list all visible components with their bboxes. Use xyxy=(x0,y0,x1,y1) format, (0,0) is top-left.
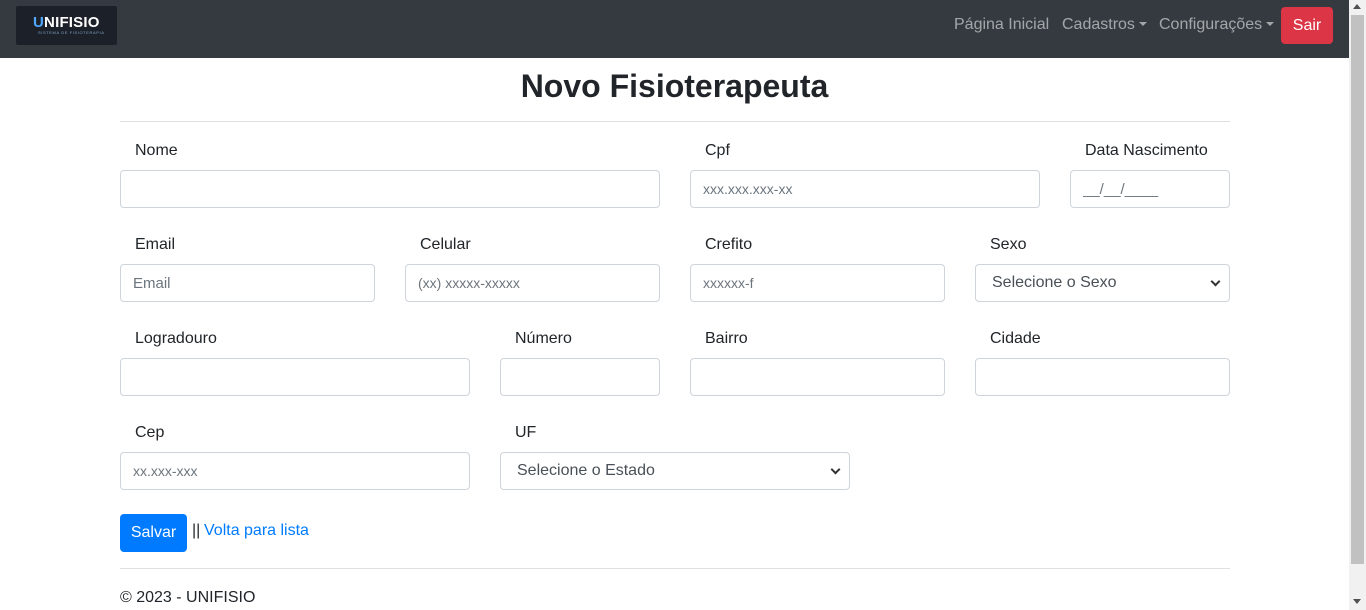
title-divider xyxy=(120,121,1230,122)
cep-label: Cep xyxy=(135,424,165,441)
bairro-input[interactable] xyxy=(690,358,945,396)
numero-label: Número xyxy=(515,330,572,347)
cidade-input[interactable] xyxy=(975,358,1230,396)
brand-logo[interactable]: UNIFISIO SISTEMA DE FISIOTERAPIA xyxy=(16,6,117,45)
data-nascimento-label: Data Nascimento xyxy=(1085,142,1208,159)
back-to-list-link[interactable]: Volta para lista xyxy=(204,522,309,540)
email-label: Email xyxy=(135,236,176,253)
logradouro-input[interactable] xyxy=(120,358,470,396)
page-scrollbar[interactable] xyxy=(1349,0,1366,610)
chevron-down-icon xyxy=(830,464,841,475)
footer-copyright: © 2023 - UNIFISIO xyxy=(120,589,256,606)
top-navbar: UNIFISIO SISTEMA DE FISIOTERAPIA Página … xyxy=(0,0,1349,58)
celular-label: Celular xyxy=(420,236,471,253)
celular-input[interactable] xyxy=(405,264,660,302)
logout-button[interactable]: Sair xyxy=(1281,7,1333,44)
cep-input[interactable] xyxy=(120,452,470,490)
email-input[interactable] xyxy=(120,264,375,302)
data-nascimento-input[interactable] xyxy=(1070,170,1230,208)
action-separator: || xyxy=(192,522,201,539)
sexo-selected-value: Selecione o Sexo xyxy=(992,274,1117,291)
uf-selected-value: Selecione o Estado xyxy=(517,462,655,479)
nav-dropdown-configuracoes[interactable]: Configurações xyxy=(1159,16,1275,34)
cidade-label: Cidade xyxy=(990,330,1041,347)
scroll-thumb[interactable] xyxy=(1351,15,1364,564)
cpf-label: Cpf xyxy=(705,142,730,159)
nome-input[interactable] xyxy=(120,170,660,208)
bairro-label: Bairro xyxy=(705,330,748,347)
sexo-label: Sexo xyxy=(990,236,1027,253)
crefito-input[interactable] xyxy=(690,264,945,302)
footer-divider xyxy=(120,568,1230,569)
brand-tagline: SISTEMA DE FISIOTERAPIA xyxy=(38,30,105,35)
scroll-down-arrow-icon[interactable] xyxy=(1353,599,1361,604)
cpf-input[interactable] xyxy=(690,170,1040,208)
uf-label: UF xyxy=(515,424,537,441)
chevron-down-icon xyxy=(1210,276,1221,287)
uf-select[interactable]: Selecione o Estado xyxy=(500,452,850,490)
nav-link-pagina-inicial[interactable]: Página Inicial xyxy=(954,16,1049,34)
logradouro-label: Logradouro xyxy=(135,330,217,347)
numero-input[interactable] xyxy=(500,358,660,396)
brand-name: UNIFISIO xyxy=(33,14,100,31)
nome-label: Nome xyxy=(135,142,178,159)
caret-down-icon xyxy=(1138,22,1147,26)
scroll-up-arrow-icon[interactable] xyxy=(1353,4,1361,9)
page-title: Novo Fisioterapeuta xyxy=(520,68,829,104)
crefito-label: Crefito xyxy=(705,236,753,253)
caret-down-icon xyxy=(1266,22,1275,26)
save-button[interactable]: Salvar xyxy=(120,514,187,552)
nav-dropdown-cadastros[interactable]: Cadastros xyxy=(1062,16,1147,34)
sexo-select[interactable]: Selecione o Sexo xyxy=(975,264,1230,302)
